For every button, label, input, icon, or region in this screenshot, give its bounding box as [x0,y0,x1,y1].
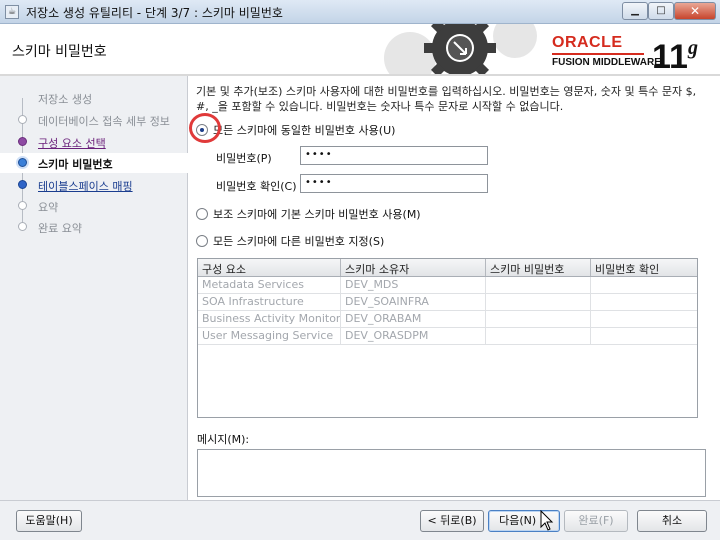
nav-step-schema-password: 스키마 비밀번호 [0,153,188,173]
nav-step-label: 완료 요약 [38,222,82,235]
nav-step-db-connection: 데이터베이스 접속 세부 정보 [0,110,188,130]
column-header-owner: 스키마 소유자 [341,259,486,276]
cell-password [486,311,591,327]
nav-step-label[interactable]: 테이블스페이스 매핑 [38,178,133,194]
oracle-wordmark: ORACLE [552,34,623,51]
message-label: 메시지(M): [197,433,250,446]
column-header-component: 구성 요소 [198,259,341,276]
oracle-logo: ORACLE FUSION MIDDLEWARE [552,34,661,68]
cell-component: Business Activity Monitoring [198,311,341,327]
minimize-button[interactable]: ▁ [622,2,648,20]
table-row: SOA Infrastructure DEV_SOAINFRA [198,294,697,311]
step-dot-icon [18,222,27,231]
nav-step-label: 저장소 생성 [38,93,93,106]
instructions-text: 기본 및 추가(보조) 스키마 사용자에 대한 비밀번호를 입력하십시오. 비밀… [196,85,697,113]
cell-confirm [591,328,697,344]
table-header: 구성 요소 스키마 소유자 스키마 비밀번호 비밀번호 확인 [198,259,697,277]
cell-component: SOA Infrastructure [198,294,341,310]
close-button[interactable]: ✕ [674,2,716,20]
cell-owner: DEV_SOAINFRA [341,294,486,310]
confirm-password-input[interactable]: •••• [300,174,488,193]
schema-password-table: 구성 요소 스키마 소유자 스키마 비밀번호 비밀번호 확인 Metadata … [197,258,698,418]
nav-step-tablespace-mapping[interactable]: 테이블스페이스 매핑 [0,175,188,195]
column-header-password: 스키마 비밀번호 [486,259,591,276]
message-area[interactable] [197,449,706,497]
option-aux-label[interactable]: 보조 스키마에 기본 스키마 비밀번호 사용(M) [213,206,421,222]
version-suffix: g [687,37,698,59]
password-label: 비밀번호(P) [216,152,272,165]
cell-password [486,277,591,293]
cell-component: Metadata Services [198,277,341,293]
option-different-password[interactable]: 모든 스키마에 다른 비밀번호 지정(S) [196,233,384,249]
nav-step-completion-summary: 완료 요약 [0,217,188,237]
page-title: 스키마 비밀번호 [12,44,107,60]
back-button[interactable]: < 뒤로(B) [420,510,484,532]
nav-step-label[interactable]: 구성 요소 선택 [38,135,106,151]
header-banner: 스키마 비밀번호 ORACLE FUSION MIDDLEWARE 11g [0,24,720,76]
cell-password [486,328,591,344]
gears-graphic [384,24,537,74]
nav-step-summary: 요약 [0,196,188,216]
cell-component: User Messaging Service [198,328,341,344]
version-number: 11 [652,38,688,76]
step-navigation: 저장소 생성 데이터베이스 접속 세부 정보 구성 요소 선택 스키마 비밀번호… [0,76,188,500]
window-title: 저장소 생성 유틸리티 - 단계 3/7 : 스키마 비밀번호 [26,6,283,20]
cancel-button[interactable]: 취소 [637,510,707,532]
nav-step-create-repository: 저장소 생성 [0,88,188,108]
step-dot-icon [18,137,27,146]
java-icon: ☕ [5,5,19,19]
cell-owner: DEV_MDS [341,277,486,293]
confirm-password-label: 비밀번호 확인(C) [216,180,297,193]
cell-owner: DEV_ORABAM [341,311,486,327]
finish-button: 완료(F) [564,510,628,532]
cell-confirm [591,277,697,293]
window-controls: ▁ □ ✕ [622,2,716,20]
step-dot-icon [18,93,27,102]
version-logo: 11g [652,29,698,76]
product-name: FUSION MIDDLEWARE [552,57,661,68]
option-same-label[interactable]: 모든 스키마에 동일한 비밀번호 사용(U) [213,122,395,138]
option-different-label[interactable]: 모든 스키마에 다른 비밀번호 지정(S) [213,233,384,249]
option-aux-password[interactable]: 보조 스키마에 기본 스키마 비밀번호 사용(M) [196,206,421,222]
help-button[interactable]: 도움말(H) [16,510,82,532]
cell-owner: DEV_ORASDPM [341,328,486,344]
step-dot-icon [18,201,27,210]
cell-confirm [591,294,697,310]
table-row: User Messaging Service DEV_ORASDPM [198,328,697,345]
main-content: 기본 및 추가(보조) 스키마 사용자에 대한 비밀번호를 입력하십시오. 비밀… [189,76,720,500]
cell-password [486,294,591,310]
radio-same-password[interactable] [196,124,208,136]
option-same-password[interactable]: 모든 스키마에 동일한 비밀번호 사용(U) [189,113,395,143]
nav-step-label: 요약 [38,201,59,214]
step-dot-icon [18,115,27,124]
nav-step-label: 스키마 비밀번호 [38,158,113,171]
table-row: Metadata Services DEV_MDS [198,277,697,294]
table-row: Business Activity Monitoring DEV_ORABAM [198,311,697,328]
column-header-confirm: 비밀번호 확인 [595,263,660,276]
radio-aux-password[interactable] [196,208,208,220]
button-bar: 도움말(H) < 뒤로(B) 다음(N) > 완료(F) 취소 [0,500,720,540]
cell-confirm [591,311,697,327]
maximize-button[interactable]: □ [648,2,674,20]
step-dot-icon [18,180,27,189]
step-dot-icon [18,158,27,167]
title-bar: ☕ 저장소 생성 유틸리티 - 단계 3/7 : 스키마 비밀번호 ▁ □ ✕ [0,0,720,24]
password-input[interactable]: •••• [300,146,488,165]
nav-step-select-components[interactable]: 구성 요소 선택 [0,132,188,152]
radio-different-password[interactable] [196,235,208,247]
mouse-cursor-icon [540,510,554,531]
nav-step-label: 데이터베이스 접속 세부 정보 [38,115,170,128]
